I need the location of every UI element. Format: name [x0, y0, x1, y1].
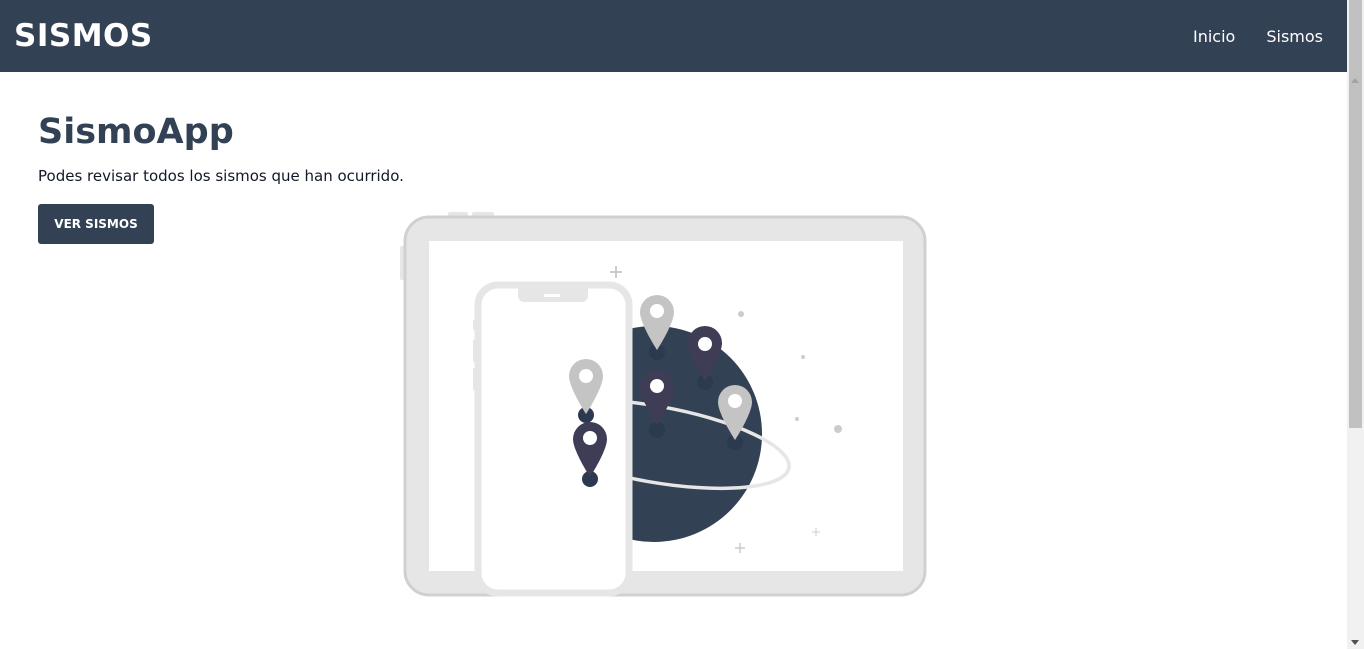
nav-link-sismos[interactable]: Sismos [1266, 27, 1323, 46]
hero-illustration [400, 212, 927, 597]
vertical-scrollbar[interactable] [1347, 0, 1364, 649]
navbar: SISMOS Inicio Sismos [0, 0, 1347, 72]
nav-link-inicio[interactable]: Inicio [1193, 27, 1235, 46]
brand-logo[interactable]: SISMOS [14, 18, 153, 54]
scrollbar-thumb[interactable] [1349, 0, 1362, 428]
page-subtitle: Podes revisar todos los sismos que han o… [38, 167, 404, 185]
scroll-up-arrow-icon[interactable] [1351, 78, 1359, 83]
ver-sismos-button[interactable]: VER SISMOS [38, 204, 154, 244]
nav-links: Inicio Sismos [1193, 27, 1323, 46]
scroll-down-arrow-icon[interactable] [1351, 640, 1359, 645]
page-title: SismoApp [38, 112, 234, 152]
